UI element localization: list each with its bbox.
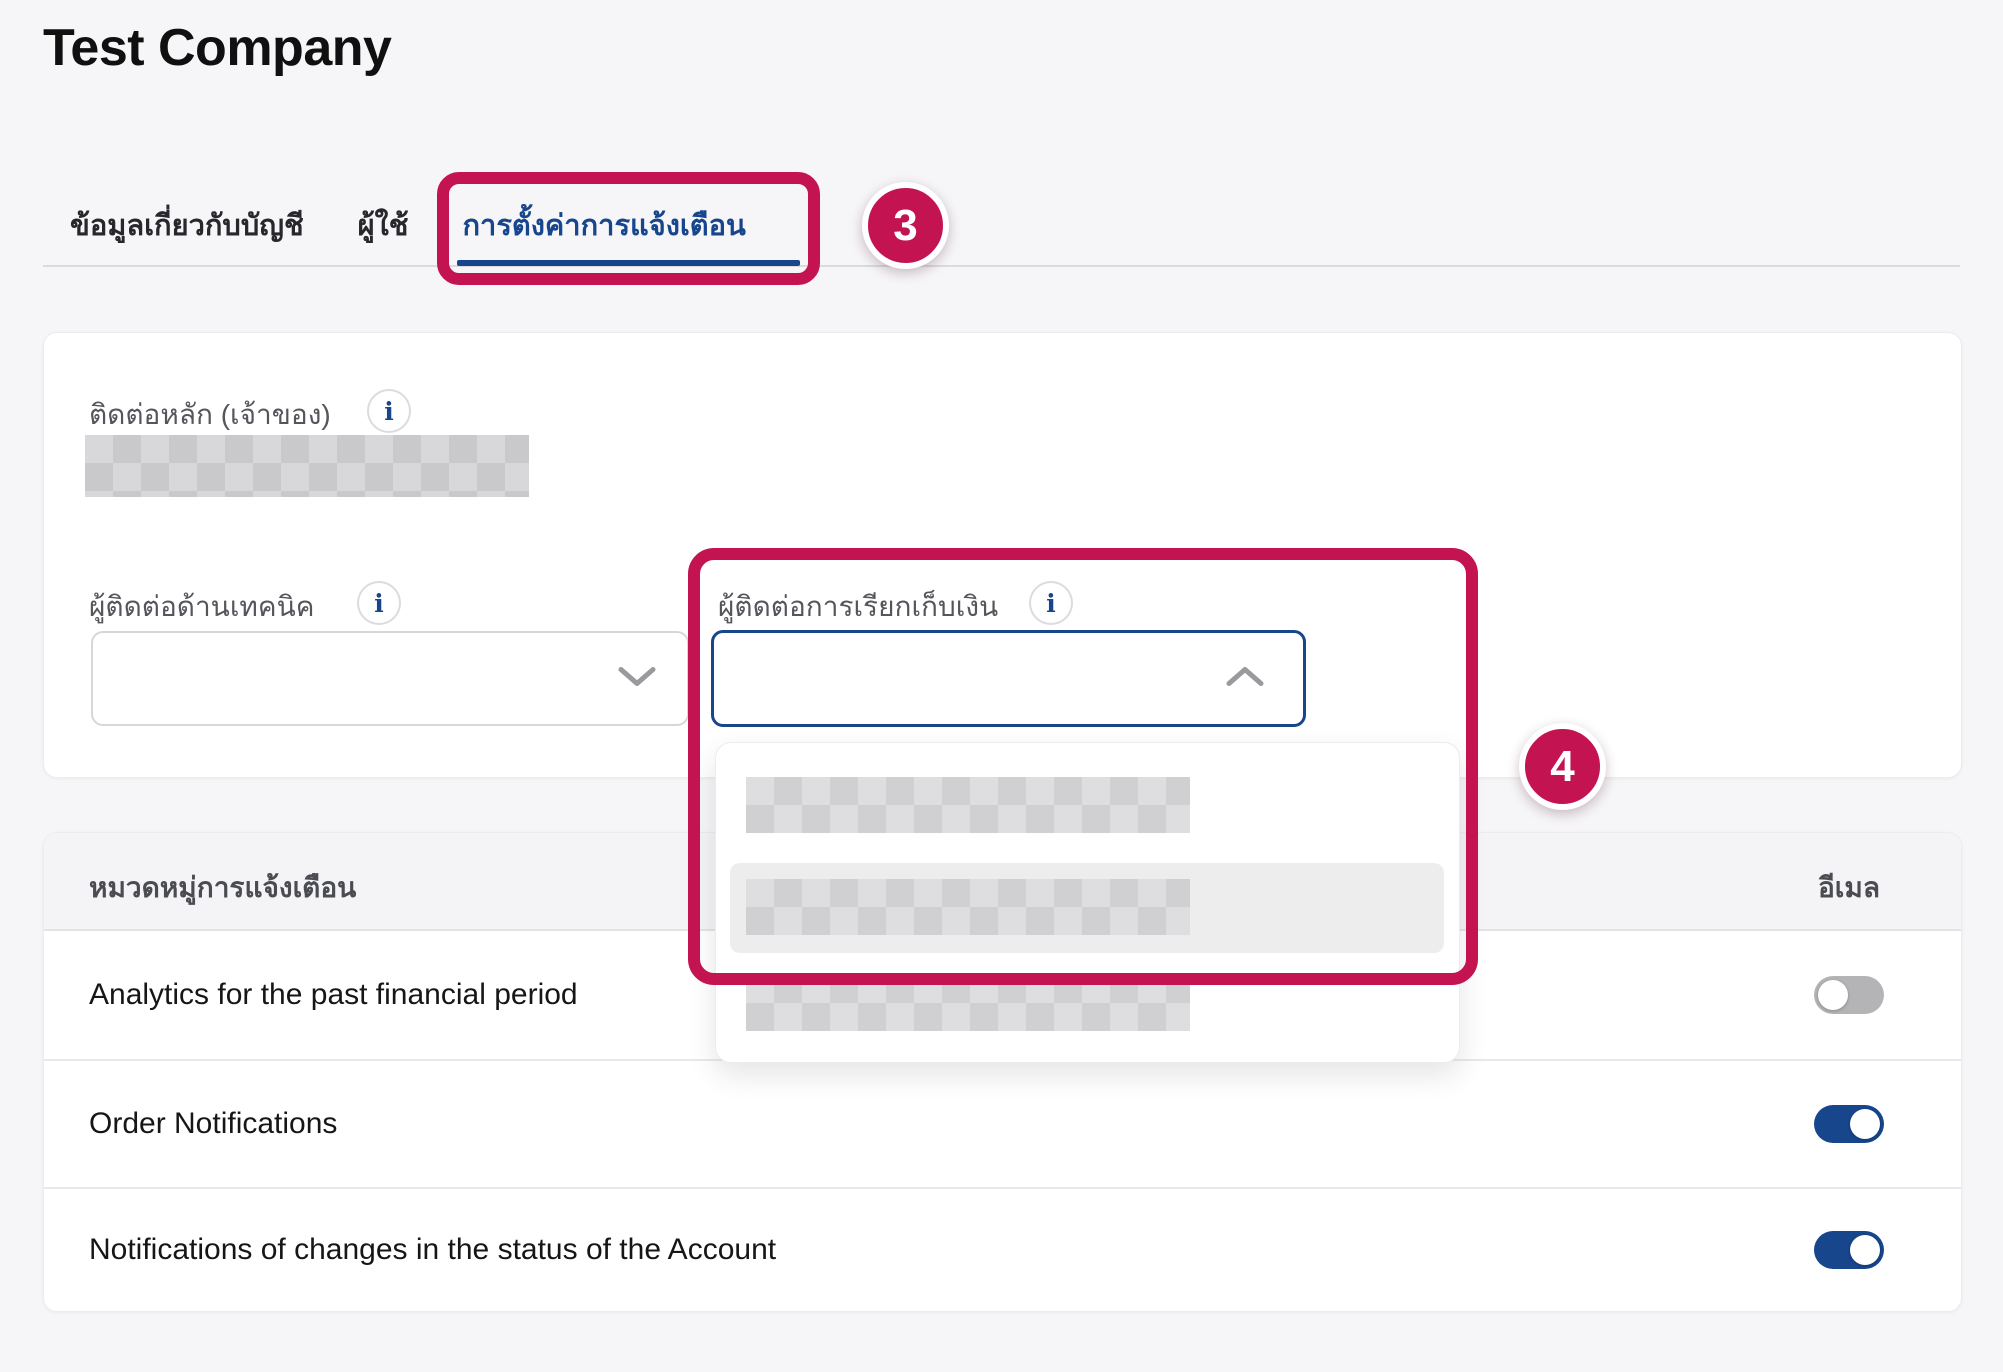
- technical-contact-select[interactable]: [91, 631, 689, 726]
- chevron-down-icon: [617, 665, 657, 692]
- primary-contact-info-icon[interactable]: i: [367, 389, 411, 433]
- tab-users[interactable]: ผู้ใช้: [358, 202, 409, 248]
- technical-contact-info-icon[interactable]: i: [357, 581, 401, 625]
- dropdown-option-redacted[interactable]: [746, 777, 1190, 833]
- contacts-card: ติดต่อหลัก (เจ้าของ) i ผู้ติดต่อด้านเทคน…: [43, 332, 1962, 778]
- page: Test Company ข้อมูลเกี่ยวกับบัญชี ผู้ใช้…: [0, 0, 2003, 1372]
- primary-contact-label: ติดต่อหลัก (เจ้าของ): [89, 393, 331, 437]
- primary-contact-value-redacted: [85, 435, 529, 497]
- email-toggle[interactable]: [1814, 976, 1884, 1014]
- email-toggle[interactable]: [1814, 1105, 1884, 1143]
- toggle-knob: [1850, 1109, 1880, 1139]
- dropdown-option-redacted[interactable]: [746, 879, 1190, 935]
- tab-notification-settings[interactable]: การตั้งค่าการแจ้งเตือน: [463, 202, 746, 248]
- tab-account-info[interactable]: ข้อมูลเกี่ยวกับบัญชี: [70, 202, 304, 248]
- toggle-knob: [1850, 1235, 1880, 1265]
- column-header-category: หมวดหมู่การแจ้งเตือน: [89, 866, 356, 910]
- billing-contact-select[interactable]: [711, 630, 1306, 727]
- annotation-badge-step-4: 4: [1519, 723, 1606, 810]
- billing-contact-info-icon[interactable]: i: [1029, 581, 1073, 625]
- notification-row-label: Analytics for the past financial period: [89, 978, 578, 1012]
- billing-contact-label: ผู้ติดต่อการเรียกเก็บเงิน: [718, 585, 998, 629]
- notification-row-label: Order Notifications: [89, 1107, 337, 1141]
- notification-row-label: Notifications of changes in the status o…: [89, 1233, 776, 1267]
- technical-contact-label: ผู้ติดต่อด้านเทคนิค: [89, 585, 314, 629]
- tab-bar-divider: [43, 265, 1960, 267]
- tab-bar: ข้อมูลเกี่ยวกับบัญชี ผู้ใช้ การตั้งค่ากา…: [70, 196, 746, 254]
- column-header-email: อีเมล: [1749, 866, 1949, 910]
- billing-contact-dropdown-panel: [715, 742, 1460, 1063]
- table-row: Notifications of changes in the status o…: [44, 1189, 1961, 1311]
- table-row: Order Notifications: [44, 1061, 1961, 1189]
- annotation-badge-step-3: 3: [862, 182, 949, 269]
- active-tab-underline: [457, 260, 800, 266]
- dropdown-option-redacted[interactable]: [746, 975, 1190, 1031]
- toggle-knob: [1818, 980, 1848, 1010]
- chevron-up-icon: [1225, 665, 1265, 692]
- email-toggle[interactable]: [1814, 1231, 1884, 1269]
- page-title: Test Company: [43, 18, 391, 78]
